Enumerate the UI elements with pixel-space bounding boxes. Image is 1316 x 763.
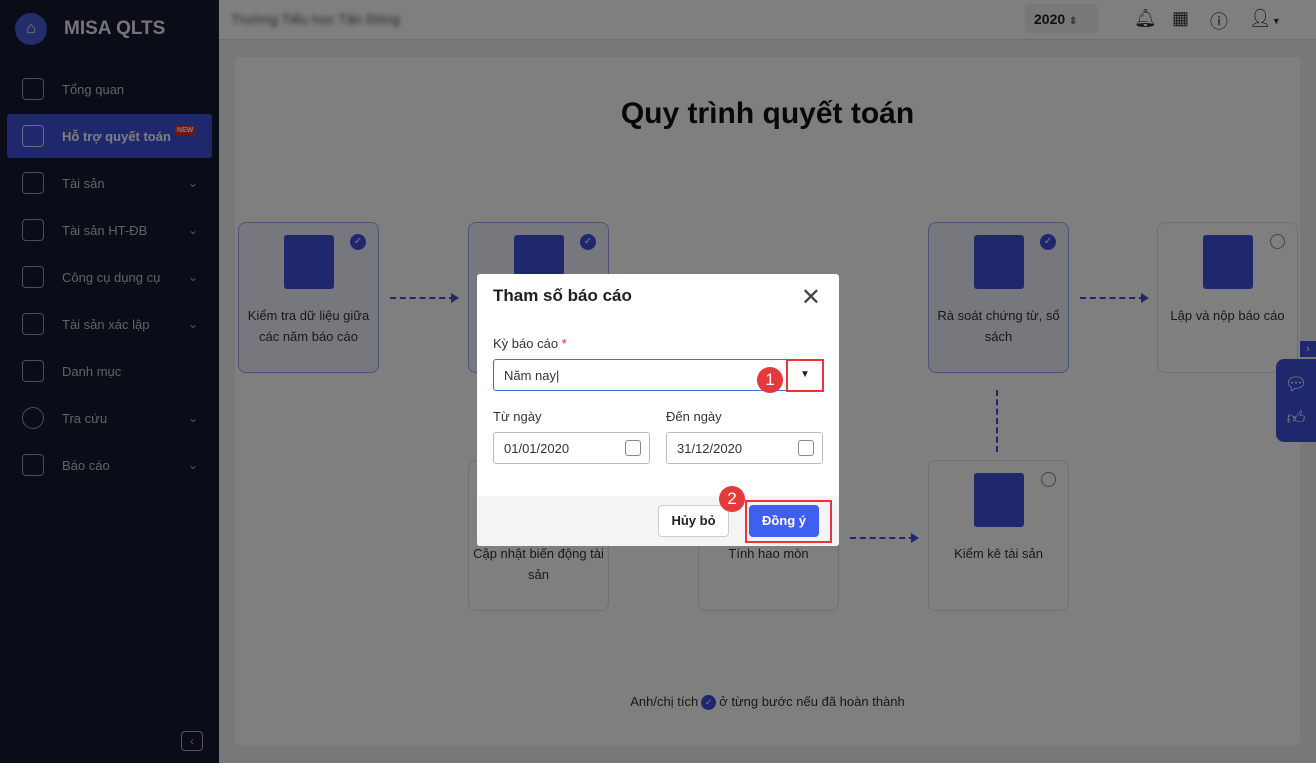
to-date-label: Đến ngày	[666, 409, 722, 424]
calendar-icon[interactable]	[625, 440, 641, 456]
cancel-button[interactable]: Hủy bỏ	[658, 505, 729, 537]
from-date-label: Từ ngày	[493, 409, 542, 424]
calendar-icon[interactable]	[798, 440, 814, 456]
report-params-dialog: Tham số báo cáo ✕ Kỳ báo cáo * Năm nay| …	[477, 274, 839, 546]
step-marker-1: 1	[757, 367, 783, 393]
period-label-text: Kỳ báo cáo	[493, 336, 559, 351]
dialog-title: Tham số báo cáo	[493, 286, 632, 305]
step-marker-2: 2	[719, 486, 745, 512]
period-value: Năm nay	[504, 368, 557, 383]
to-date-input[interactable]: 31/12/2020	[666, 432, 823, 464]
required-mark: *	[561, 336, 567, 351]
from-date-input[interactable]: 01/01/2020	[493, 432, 650, 464]
to-date-value: 31/12/2020	[677, 441, 743, 456]
ok-button[interactable]: Đồng ý	[749, 505, 819, 537]
period-label: Kỳ báo cáo *	[493, 336, 567, 351]
from-date-value: 01/01/2020	[504, 441, 570, 456]
close-icon[interactable]: ✕	[801, 283, 821, 312]
chevron-down-icon[interactable]: ▼	[786, 359, 824, 392]
